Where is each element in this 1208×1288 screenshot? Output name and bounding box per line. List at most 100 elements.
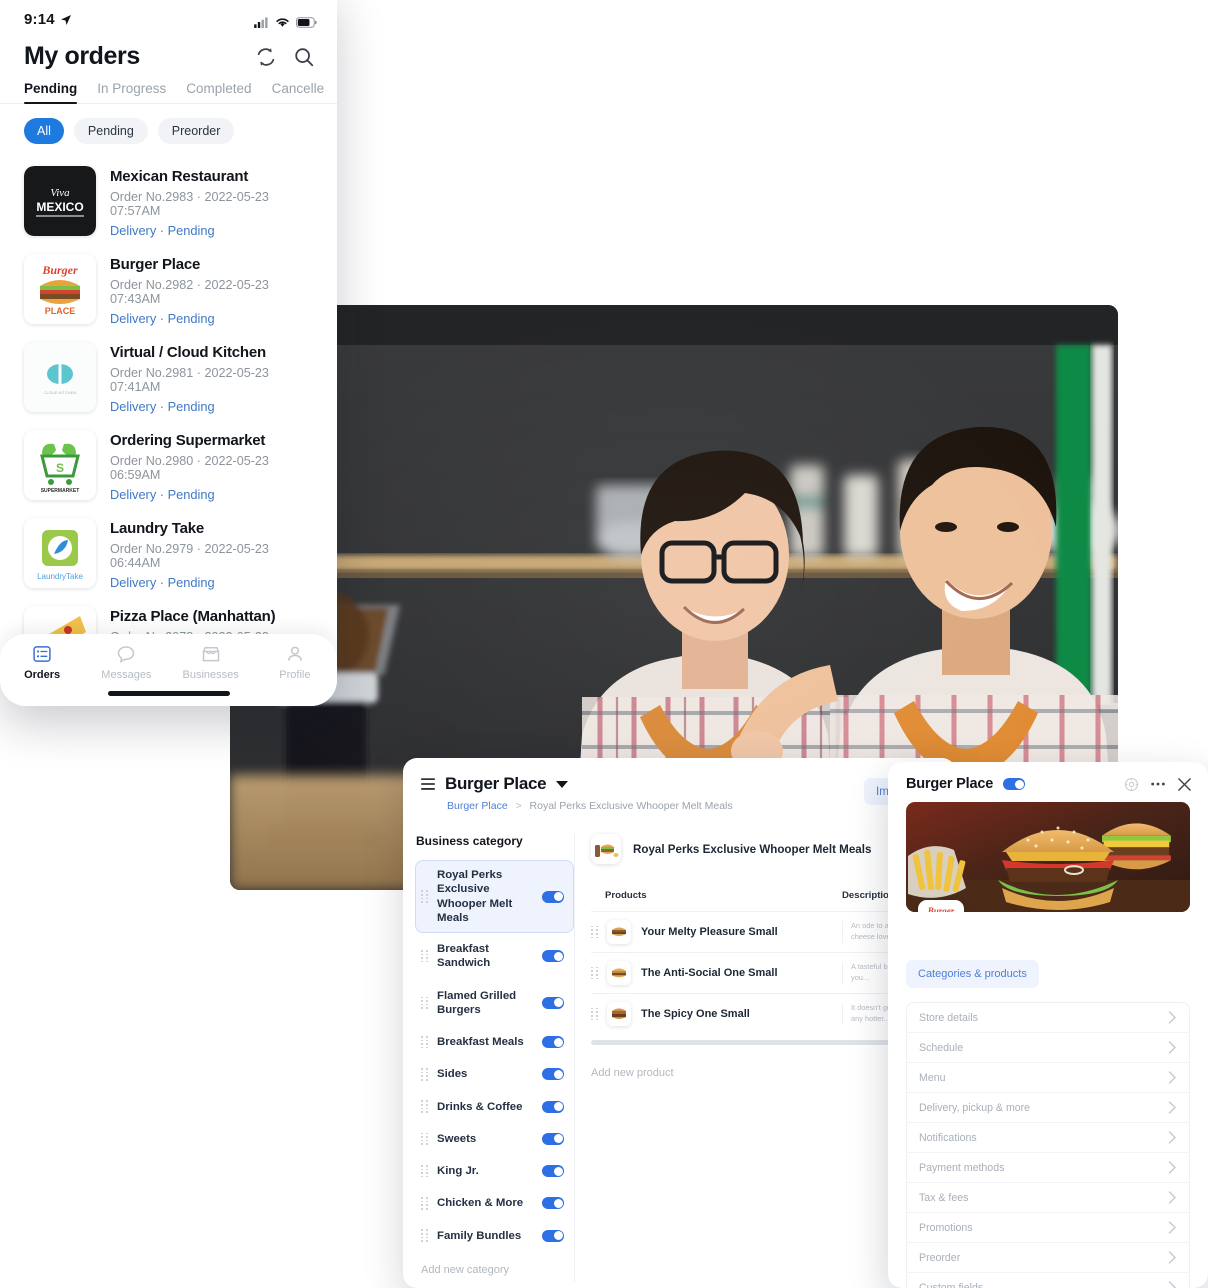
category-toggle[interactable] <box>542 1036 564 1049</box>
menu-item-payment-methods[interactable]: Payment methods <box>907 1153 1189 1183</box>
tab-categories-and-products[interactable]: Categories & products <box>906 960 1039 988</box>
menu-item-preorder[interactable]: Preorder <box>907 1243 1189 1273</box>
drag-handle-icon[interactable] <box>421 1132 429 1146</box>
order-business-name: Pizza Place (Manhattan) <box>110 608 276 625</box>
chevron-down-icon[interactable] <box>556 780 569 788</box>
category-toggle[interactable] <box>542 1229 564 1242</box>
refresh-icon[interactable] <box>255 46 277 68</box>
menu-item-custom-fields[interactable]: Custom fields <box>907 1273 1189 1288</box>
category-toggle[interactable] <box>542 890 564 903</box>
tab-completed[interactable]: Completed <box>176 81 261 103</box>
order-info: Burger Place Order No.2982 · 2022-05-23 … <box>110 254 315 326</box>
burger-place-logo: Burger PLACE <box>918 900 964 912</box>
list-item[interactable]: Viva MEXICO Mexican Restaurant Order No.… <box>0 158 337 246</box>
list-item[interactable]: CLOUD KITCHEN Virtual / Cloud Kitchen Or… <box>0 334 337 422</box>
category-label: Sweets <box>437 1132 477 1145</box>
chevron-right-icon <box>1168 1011 1176 1024</box>
hamburger-menu-icon[interactable] <box>421 778 435 790</box>
menu-item-label: Custom fields <box>919 1281 984 1288</box>
category-row[interactable]: Sweets <box>415 1123 574 1155</box>
order-business-name: Ordering Supermarket <box>110 432 266 449</box>
category-toggle[interactable] <box>542 950 564 963</box>
menu-item-schedule[interactable]: Schedule <box>907 1033 1189 1063</box>
settings-gear-icon[interactable] <box>1124 777 1139 792</box>
list-item[interactable]: S SUPERMARKET Ordering Supermarket Order… <box>0 422 337 510</box>
add-new-category-button[interactable]: Add new category <box>415 1252 574 1276</box>
drag-handle-icon[interactable] <box>421 1229 429 1242</box>
category-row[interactable]: King Jr. <box>415 1155 574 1187</box>
category-toggle[interactable] <box>542 1165 564 1178</box>
category-toggle[interactable] <box>542 1132 564 1145</box>
breadcrumb-root[interactable]: Burger Place <box>447 800 508 812</box>
drag-handle-icon[interactable] <box>591 1007 599 1021</box>
tab-pending[interactable]: Pending <box>24 81 87 104</box>
category-label: Flamed Grilled Burgers <box>437 989 517 1016</box>
wifi-icon <box>276 18 289 27</box>
drag-handle-icon[interactable] <box>421 1035 429 1049</box>
tab-businesses[interactable]: Businesses <box>169 644 253 681</box>
menu-item-label: Menu <box>919 1071 946 1084</box>
burger-place-logo: Burger PLACE <box>24 254 96 324</box>
drag-handle-icon[interactable] <box>421 1100 429 1113</box>
drag-handle-icon[interactable] <box>421 950 429 963</box>
drag-handle-icon[interactable] <box>421 890 429 903</box>
business-category-label: Business category <box>416 834 523 848</box>
meal-combo-thumb <box>591 834 621 864</box>
chip-all[interactable]: All <box>24 118 64 144</box>
drag-handle-icon[interactable] <box>421 1068 429 1081</box>
drag-handle-icon[interactable] <box>421 1164 429 1178</box>
menu-item-label: Promotions <box>919 1221 973 1234</box>
menu-item-label: Payment methods <box>919 1161 1005 1174</box>
menu-item-tax-and-fees[interactable]: Tax & fees <box>907 1183 1189 1213</box>
category-row[interactable]: Breakfast Sandwich <box>415 933 574 980</box>
chip-pending[interactable]: Pending <box>73 118 148 144</box>
viva-mexico-logo: Viva MEXICO <box>24 166 96 236</box>
category-row[interactable]: Flamed Grilled Burgers <box>415 980 574 1027</box>
menu-item-delivery-pickup[interactable]: Delivery, pickup & more <box>907 1093 1189 1123</box>
menu-item-notifications[interactable]: Notifications <box>907 1123 1189 1153</box>
list-item[interactable]: LaundryTake Laundry Take Order No.2979 ·… <box>0 510 337 598</box>
chevron-right-icon <box>1168 1041 1176 1054</box>
menu-item-menu[interactable]: Menu <box>907 1063 1189 1093</box>
mobile-app-mockup: 9:14 My orders Pending In Progress Compl… <box>0 0 337 706</box>
tab-in-progress[interactable]: In Progress <box>87 81 176 103</box>
menu-item-label: Notifications <box>919 1131 977 1144</box>
drag-handle-icon[interactable] <box>591 966 599 980</box>
category-row[interactable]: Sides <box>415 1058 574 1090</box>
order-status: Delivery · Pending <box>110 223 215 238</box>
category-row-selected[interactable]: Royal Perks Exclusive Whooper Melt Meals <box>415 860 574 933</box>
search-icon[interactable] <box>293 46 315 68</box>
drag-handle-icon[interactable] <box>421 996 429 1009</box>
category-toggle[interactable] <box>542 1068 564 1081</box>
category-row[interactable]: Breakfast Meals <box>415 1026 574 1058</box>
settings-panel-actions <box>1124 777 1192 792</box>
drag-handle-icon[interactable] <box>421 1197 429 1210</box>
orders-status-tabs: Pending In Progress Completed Cancelle <box>0 71 337 104</box>
svg-text:SUPERMARKET: SUPERMARKET <box>41 488 80 494</box>
business-enabled-toggle[interactable] <box>1003 778 1026 790</box>
tab-profile[interactable]: Profile <box>253 644 337 681</box>
category-row[interactable]: Drinks & Coffee <box>415 1091 574 1123</box>
tab-messages[interactable]: Messages <box>84 644 168 681</box>
menu-item-store-details[interactable]: Store details <box>907 1003 1189 1033</box>
drag-handle-icon[interactable] <box>591 925 599 939</box>
category-toggle[interactable] <box>542 1100 564 1113</box>
category-row[interactable]: Family Bundles <box>415 1220 574 1252</box>
tab-cancelled[interactable]: Cancelle <box>262 81 335 103</box>
list-item[interactable]: Burger PLACE Burger Place Order No.2982 … <box>0 246 337 334</box>
category-row[interactable]: Chicken & More <box>415 1187 574 1219</box>
category-toggle[interactable] <box>542 996 564 1009</box>
more-options-icon[interactable] <box>1150 781 1166 787</box>
category-toggle[interactable] <box>542 1197 564 1210</box>
order-status: Delivery · Pending <box>110 487 215 502</box>
close-icon[interactable] <box>1177 777 1192 792</box>
order-filter-chips: All Pending Preorder <box>0 104 337 154</box>
menu-item-promotions[interactable]: Promotions <box>907 1213 1189 1243</box>
business-settings-panel: Burger Place Burger Categories & product… <box>888 762 1208 1288</box>
menu-item-label: Delivery, pickup & more <box>919 1101 1031 1114</box>
product-name: The Spicy One Small <box>641 1008 750 1020</box>
tab-orders[interactable]: Orders <box>0 644 84 681</box>
chip-preorder[interactable]: Preorder <box>157 118 235 144</box>
svg-text:Viva: Viva <box>50 187 70 199</box>
supermarket-logo: S SUPERMARKET <box>24 430 96 500</box>
